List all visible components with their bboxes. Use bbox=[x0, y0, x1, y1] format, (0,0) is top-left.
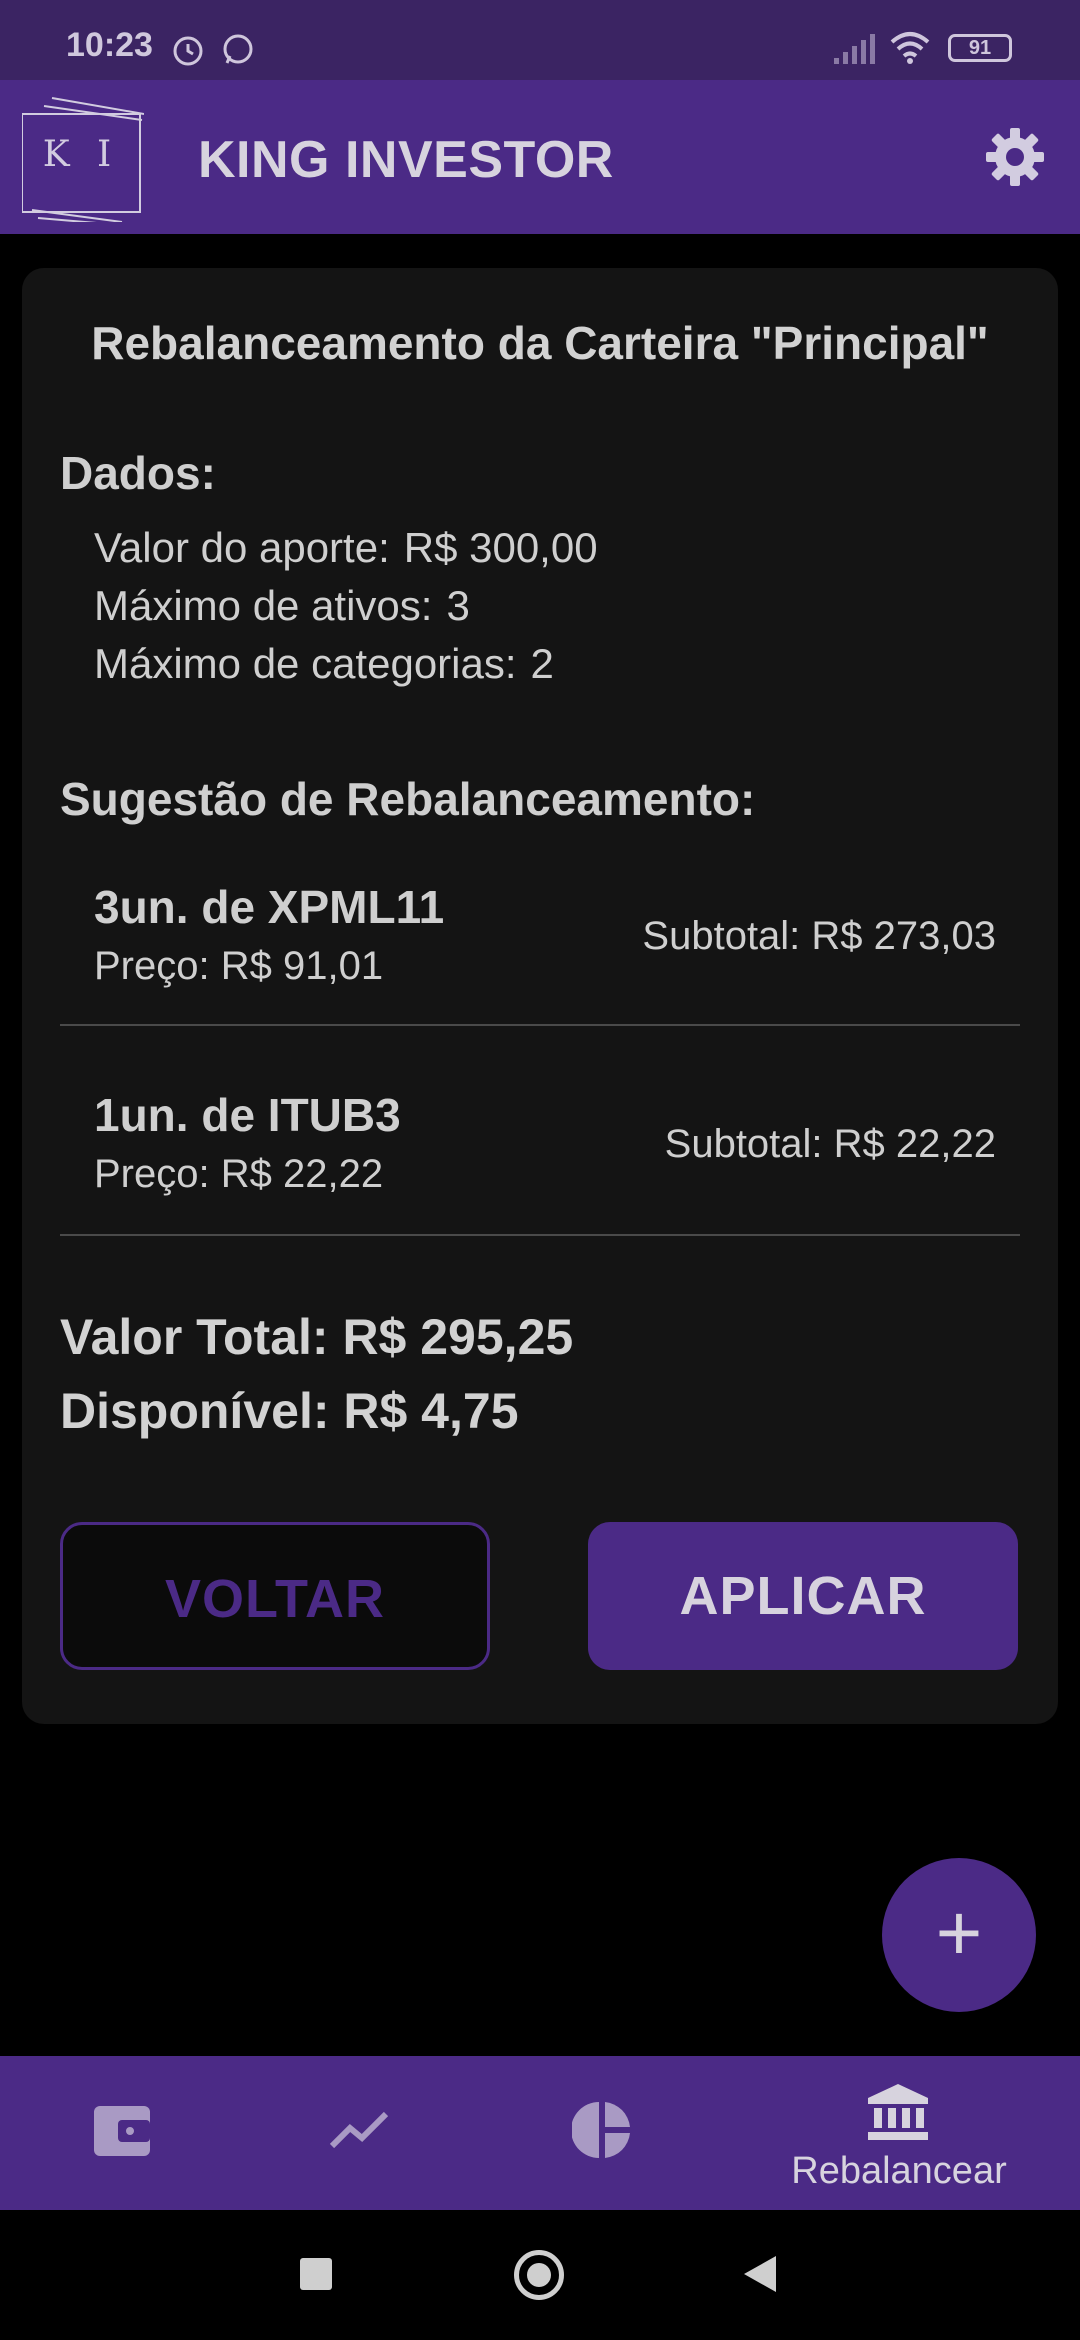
back-icon[interactable] bbox=[742, 2254, 778, 2294]
suggestion-title: Sugestão de Rebalanceamento: bbox=[60, 773, 756, 825]
divider bbox=[60, 1024, 1020, 1026]
aporte-label: Valor do aporte: bbox=[94, 524, 390, 571]
battery-level: 91 bbox=[968, 37, 992, 59]
logo-text: K I bbox=[42, 134, 120, 175]
item-price: Preço: R$ 22,22 bbox=[94, 1152, 384, 1196]
system-nav bbox=[0, 2210, 1080, 2340]
logo: K I bbox=[22, 92, 144, 222]
home-button[interactable] bbox=[514, 2250, 564, 2300]
item-subtotal: Subtotal: R$ 22,22 bbox=[664, 1122, 996, 1166]
max-ativos-value: 3 bbox=[446, 582, 470, 629]
status-bar: 10:23 91 bbox=[0, 0, 1080, 80]
aplicar-button[interactable]: APLICAR bbox=[588, 1522, 1018, 1670]
status-time: 10:23 bbox=[66, 26, 153, 64]
nav-item-trending[interactable] bbox=[270, 2056, 540, 2210]
max-ativos-row: Máximo de ativos: 3 bbox=[94, 582, 470, 630]
wallet-icon bbox=[94, 2106, 150, 2156]
add-fab-button[interactable]: + bbox=[882, 1858, 1036, 2012]
nav-item-wallet[interactable] bbox=[0, 2056, 270, 2210]
alarm-icon bbox=[173, 36, 203, 66]
aporte-row: Valor do aporte: R$ 300,00 bbox=[94, 524, 598, 572]
wifi-icon bbox=[890, 32, 930, 64]
app-bar: K I KING INVESTOR bbox=[0, 80, 1080, 234]
battery-icon: 91 bbox=[948, 34, 1012, 62]
dados-title: Dados: bbox=[60, 447, 216, 499]
max-categorias-label: Máximo de categorias: bbox=[94, 640, 517, 687]
nav-label-rebalancear: Rebalancear bbox=[791, 2150, 1007, 2192]
aporte-value: R$ 300,00 bbox=[403, 524, 598, 571]
card-title: Rebalanceamento da Carteira "Principal" bbox=[91, 317, 989, 369]
home-inner-circle bbox=[527, 2263, 551, 2287]
list-item: 3un. de XPML11 Preço: R$ 91,01 Subtotal:… bbox=[60, 856, 1020, 1066]
gear-icon[interactable] bbox=[982, 124, 1048, 190]
divider bbox=[60, 1234, 1020, 1236]
valor-total: Valor Total: R$ 295,25 bbox=[60, 1309, 574, 1365]
nav-item-rebalancear[interactable]: Rebalancear bbox=[764, 2056, 1034, 2210]
item-price: Preço: R$ 91,01 bbox=[94, 944, 384, 988]
item-name: 3un. de XPML11 bbox=[94, 881, 445, 933]
item-subtotal: Subtotal: R$ 273,03 bbox=[642, 914, 996, 958]
max-categorias-value: 2 bbox=[530, 640, 554, 687]
disponivel: Disponível: R$ 4,75 bbox=[60, 1383, 519, 1439]
rebalance-card: Rebalanceamento da Carteira "Principal" … bbox=[22, 268, 1058, 1724]
max-ativos-label: Máximo de ativos: bbox=[94, 582, 433, 629]
list-item: 1un. de ITUB3 Preço: R$ 22,22 Subtotal: … bbox=[60, 1064, 1020, 1274]
recents-button[interactable] bbox=[300, 2258, 332, 2290]
bottom-nav: Rebalancear bbox=[0, 2056, 1080, 2210]
max-categorias-row: Máximo de categorias: 2 bbox=[94, 640, 554, 688]
bank-icon bbox=[868, 2084, 928, 2140]
whatsapp-icon bbox=[223, 34, 253, 64]
signal-icon bbox=[834, 34, 875, 64]
voltar-button[interactable]: VOLTAR bbox=[60, 1522, 490, 1670]
pie-chart-icon bbox=[572, 2102, 630, 2158]
plus-icon: + bbox=[935, 1888, 983, 1977]
trending-icon bbox=[330, 2111, 389, 2149]
app-title: KING INVESTOR bbox=[198, 131, 614, 189]
item-name: 1un. de ITUB3 bbox=[94, 1089, 401, 1141]
